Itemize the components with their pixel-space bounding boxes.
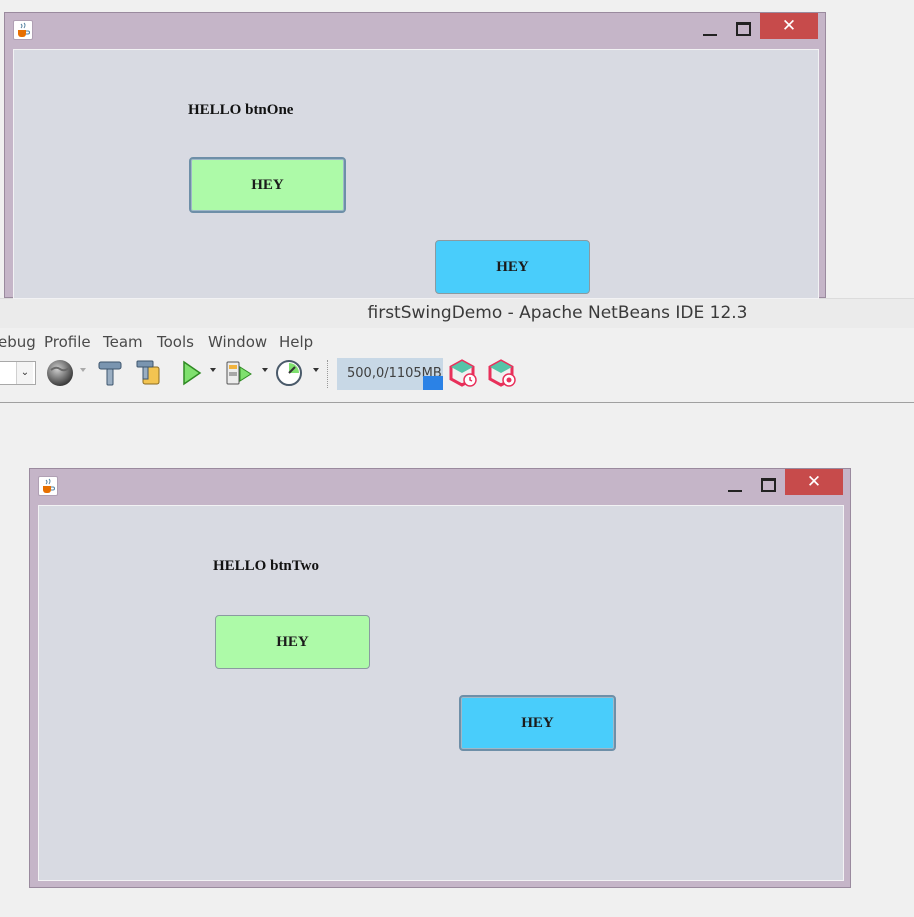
menu-window[interactable]: Window [208,333,267,351]
netbeans-menubar: ebug Profile Team Tools Window Help [0,328,914,354]
globe-icon[interactable] [45,358,75,388]
content-pane: HELLO btnOne HEY HEY [13,49,819,299]
menu-team[interactable]: Team [103,333,143,351]
minimize-button[interactable] [697,19,721,41]
hello-label: HELLO btnOne [188,102,294,118]
profile-dropdown-icon[interactable] [313,368,319,372]
maximize-button[interactable] [731,19,755,41]
jframe-bottom: ✕ HELLO btnTwo HEY HEY [29,468,851,888]
hey-button-green[interactable]: HEY [189,157,346,213]
hey-button-blue[interactable]: HEY [435,240,590,294]
hello-label: HELLO btnTwo [213,558,320,574]
minimize-button[interactable] [722,475,746,497]
menu-debug[interactable]: ebug [0,333,36,351]
netbeans-window-title: firstSwingDemo - Apache NetBeans IDE 12.… [367,303,748,323]
menu-help[interactable]: Help [279,333,313,351]
close-button[interactable]: ✕ [785,469,843,495]
debug-dropdown-icon[interactable] [262,368,268,372]
chevron-down-icon: ⌄ [16,362,33,384]
run-dropdown-icon[interactable] [210,368,216,372]
hammer-build-icon[interactable] [95,358,125,388]
netbeans-titlebar: firstSwingDemo - Apache NetBeans IDE 12.… [0,298,914,329]
jframe-top: ✕ HELLO btnOne HEY HEY [4,12,826,299]
hey-button-green[interactable]: HEY [215,615,370,669]
run-icon[interactable] [176,358,206,388]
clean-build-icon[interactable] [134,358,164,388]
toolbar-separator [327,360,328,388]
memory-indicator[interactable]: 500,0/1105MB [337,358,443,390]
profile-icon[interactable] [274,358,304,388]
menu-profile[interactable]: Profile [44,333,91,351]
menu-tools[interactable]: Tools [157,333,194,351]
java-cup-icon [38,476,58,496]
globe-dropdown-icon[interactable] [80,368,86,372]
maximize-button[interactable] [756,475,780,497]
close-button[interactable]: ✕ [760,13,818,39]
debug-icon[interactable] [224,358,254,388]
netbeans-toolbar: ⌄ 500,0/1105MB [0,354,914,403]
hey-button-blue[interactable]: HEY [459,695,616,751]
content-pane: HELLO btnTwo HEY HEY [38,505,844,881]
profile-snapshot-icon[interactable] [487,358,517,388]
java-cup-icon [13,20,33,40]
memory-usage-bar [423,376,443,390]
gc-icon[interactable] [448,358,478,388]
configuration-combo[interactable]: ⌄ [0,361,36,385]
